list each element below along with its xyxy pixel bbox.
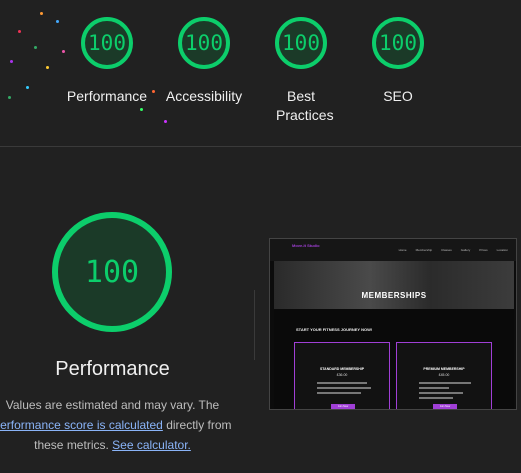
thumb-card-feature (317, 392, 361, 394)
thumb-card-button: Join Now (331, 404, 355, 409)
thumb-nav-links: Home Membership Classes Gallery Prices L… (399, 248, 508, 252)
thumb-card-feature (419, 397, 453, 399)
score-value: 100 (185, 31, 223, 55)
thumb-card-feature (419, 382, 471, 384)
thumb-card-premium: PREMIUM MEMBERSHIP £45.00 Join Now (396, 342, 492, 409)
score-value: 100 (379, 31, 417, 55)
thumb-hero-image: MEMBERSHIPS (274, 261, 514, 309)
thumb-nav-link: Home (398, 248, 407, 252)
performance-note: Values are estimated and may vary. The p… (0, 395, 245, 455)
thumb-card-feature (317, 387, 371, 389)
gauge-label-performance[interactable]: Performance (52, 87, 162, 106)
gauge-label-best-practices[interactable]: Best Practices (246, 87, 356, 125)
vertical-divider (254, 290, 255, 360)
thumb-nav-link: Membership (415, 248, 433, 252)
score-value: 100 (88, 31, 126, 55)
thumb-card-title: PREMIUM MEMBERSHIP (423, 367, 465, 371)
score-value: 100 (84, 254, 140, 290)
gauge-label-seo[interactable]: SEO (343, 87, 453, 106)
score-calculated-link[interactable]: performance score is calculated (0, 418, 163, 432)
thumb-nav-link: Location (496, 248, 508, 252)
thumb-card-price: £45.00 (438, 373, 450, 377)
thumb-nav-link: Gallery (460, 248, 471, 252)
thumb-card-button: Join Now (433, 404, 457, 409)
performance-title: Performance (55, 358, 170, 380)
thumb-card-feature (419, 392, 463, 394)
thumb-subtitle: START YOUR FITNESS JOURNEY NOW! (296, 327, 373, 332)
thumb-navbar: Move-It Studio Home Membership Classes G… (270, 239, 516, 261)
thumb-card-feature (317, 382, 367, 384)
score-value: 100 (282, 31, 320, 55)
see-calculator-link[interactable]: See calculator. (112, 438, 191, 452)
thumb-hero-title: MEMBERSHIPS (361, 291, 427, 300)
seo-score-gauge[interactable]: 100 (372, 17, 424, 69)
thumb-card-price: £36.00 (336, 373, 348, 377)
thumb-card-standard: STANDARD MEMBERSHIP £36.00 Join Now (294, 342, 390, 409)
note-text: Values are estimated and may vary. The (5, 398, 220, 412)
thumb-nav-link: Prices (479, 248, 488, 252)
gauge-label-accessibility[interactable]: Accessibility (149, 87, 259, 106)
best-practices-score-gauge[interactable]: 100 (275, 17, 327, 69)
section-divider (0, 146, 521, 147)
accessibility-score-gauge[interactable]: 100 (178, 17, 230, 69)
thumb-nav-link: Classes (441, 248, 452, 252)
thumb-card-feature (419, 387, 449, 389)
performance-large-gauge: 100 (52, 212, 172, 332)
thumb-card-title: STANDARD MEMBERSHIP (319, 367, 365, 371)
performance-score-gauge[interactable]: 100 (81, 17, 133, 69)
final-screenshot-thumbnail[interactable]: Move-It Studio Home Membership Classes G… (269, 238, 517, 410)
thumb-logo: Move-It Studio (292, 243, 320, 248)
